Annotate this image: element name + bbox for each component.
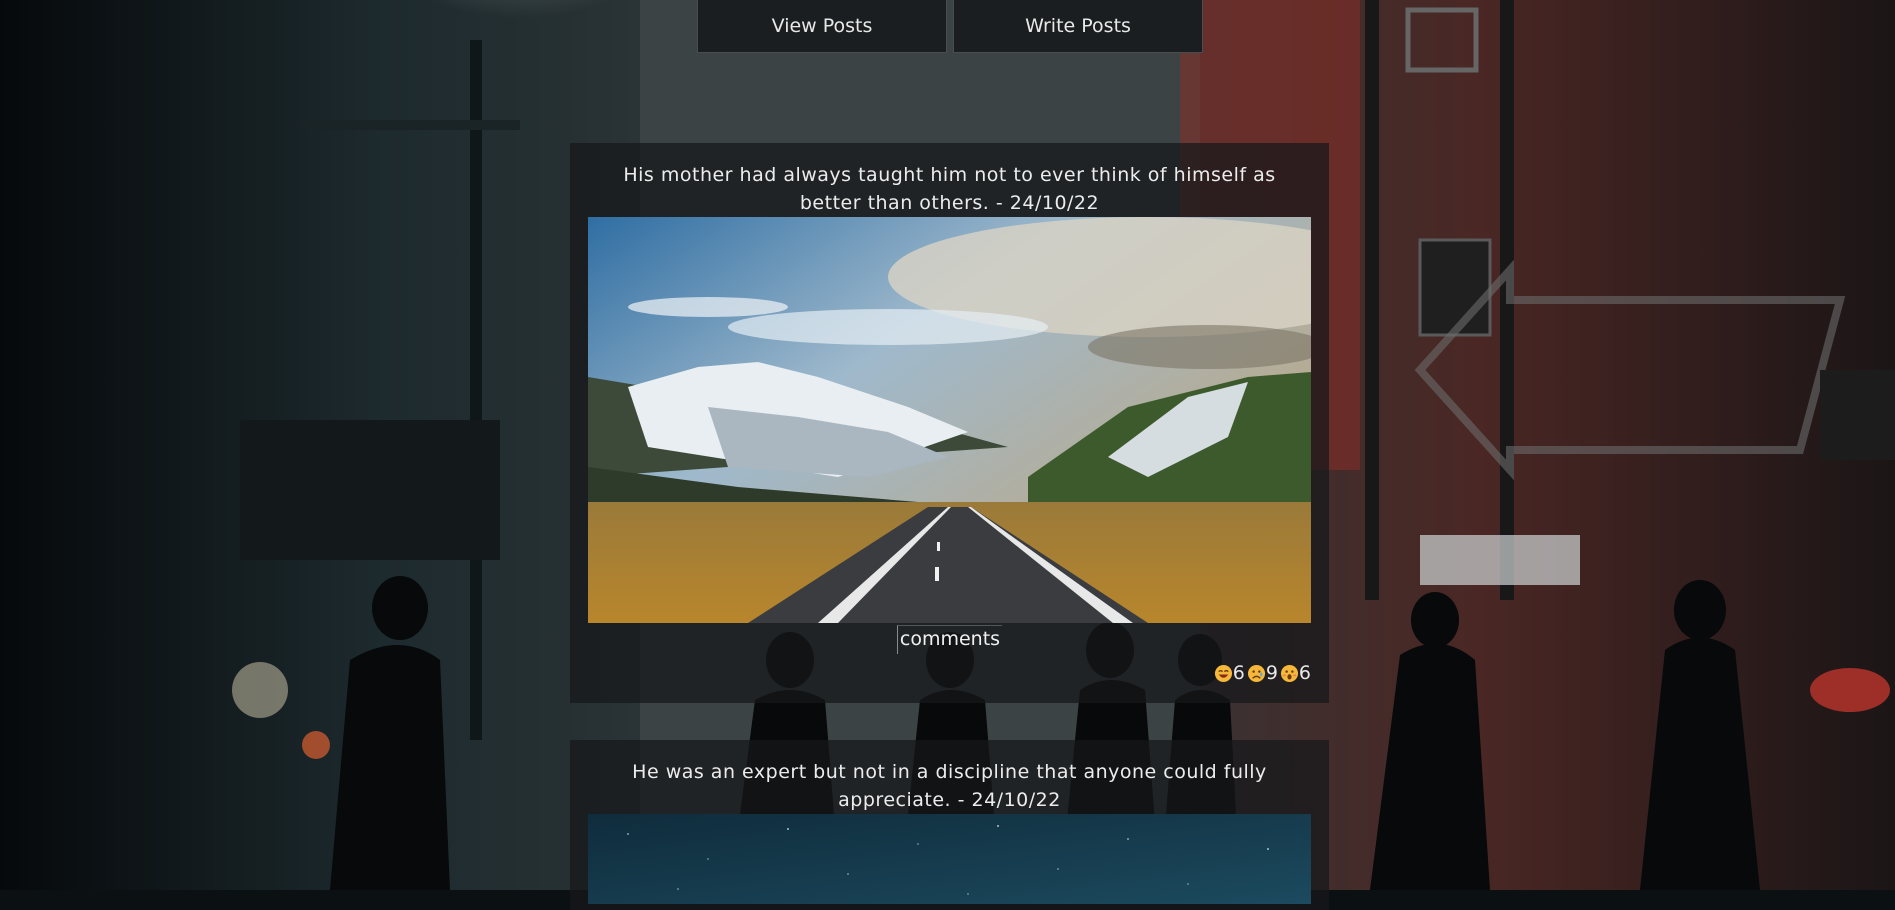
reactions-bar: 6 9 6 [588,662,1311,684]
sad-emoji-icon [1247,664,1265,682]
comments-button[interactable]: comments [896,625,1003,654]
surprised-count: 6 [1298,662,1311,684]
post-card: He was an expert but not in a discipline… [570,740,1329,910]
surprised-emoji-icon [1280,664,1298,682]
post-text: His mother had always taught him not to … [623,164,1276,214]
post-text: He was an expert but not in a discipline… [632,761,1267,811]
post-image-mountain-road [588,217,1311,623]
write-posts-button[interactable]: Write Posts [953,0,1203,53]
view-posts-button[interactable]: View Posts [697,0,947,53]
post-card: His mother had always taught him not to … [570,143,1329,703]
laugh-reaction[interactable]: 6 [1214,662,1245,684]
laugh-count: 6 [1232,662,1245,684]
top-nav: View Posts Write Posts [697,0,1203,53]
surprised-reaction[interactable]: 6 [1280,662,1311,684]
sad-reaction[interactable]: 9 [1247,662,1278,684]
sad-count: 9 [1265,662,1278,684]
laughing-emoji-icon [1214,664,1232,682]
post-image-night-sky [588,814,1311,904]
